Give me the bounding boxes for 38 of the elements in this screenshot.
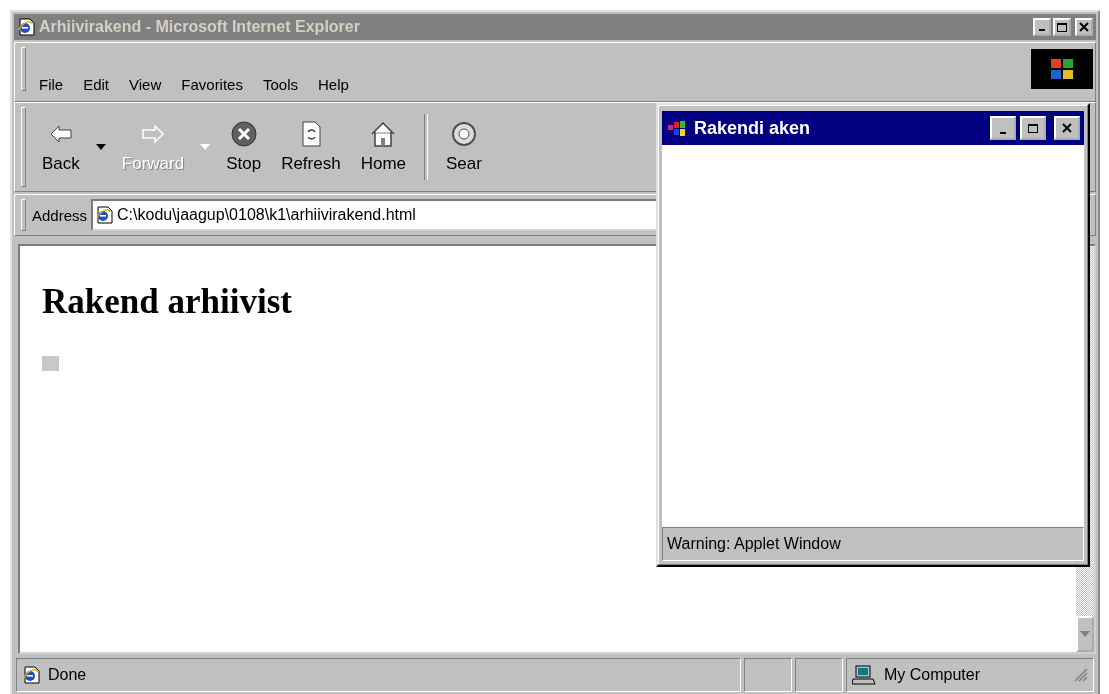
back-button[interactable]: Back: [32, 116, 90, 178]
computer-icon: [852, 665, 876, 685]
maximize-icon: [1028, 123, 1038, 133]
warning-bar: Warning: Applet Window: [662, 527, 1084, 561]
page-icon: [22, 666, 40, 684]
menu-item[interactable]: Favorites: [174, 74, 250, 95]
window-title: Rakendi aken: [694, 117, 812, 139]
applet-placeholder-icon: [42, 356, 59, 371]
page-heading: Rakend arhiivist: [42, 282, 293, 322]
stop-icon: [229, 120, 258, 148]
minimize-icon: [1000, 132, 1006, 134]
close-icon: [1079, 22, 1089, 32]
maximize-icon: [1057, 22, 1067, 32]
status-pane: [744, 658, 792, 692]
maximize-button[interactable]: [1020, 116, 1046, 140]
menu-item[interactable]: View: [122, 74, 169, 95]
menu-item[interactable]: File: [32, 74, 71, 95]
zone-text: My Computer: [884, 666, 981, 684]
scroll-down-button[interactable]: [1076, 616, 1094, 652]
home-button[interactable]: Home: [350, 116, 417, 178]
status-text: Done: [48, 666, 87, 684]
search-icon: [450, 120, 478, 148]
close-button[interactable]: [1054, 116, 1080, 140]
page-icon: [95, 206, 114, 224]
down-arrow-icon: [1080, 631, 1090, 637]
menu-item[interactable]: Edit: [76, 74, 117, 95]
menu-item[interactable]: Help: [311, 74, 356, 95]
search-button[interactable]: Sear: [436, 116, 492, 178]
refresh-button[interactable]: Refresh: [271, 116, 351, 178]
window-title: Arhiivirakend - Microsoft Internet Explorer: [39, 18, 361, 36]
close-icon: [1062, 123, 1072, 133]
stop-button[interactable]: Stop: [216, 116, 272, 178]
resize-grip-icon: [1074, 668, 1088, 682]
menu-item[interactable]: Tools: [255, 74, 305, 95]
address-label: Address: [32, 206, 88, 224]
browser-icon: [17, 18, 35, 36]
status-pane: [795, 658, 843, 692]
minimize-icon: [1039, 29, 1045, 31]
